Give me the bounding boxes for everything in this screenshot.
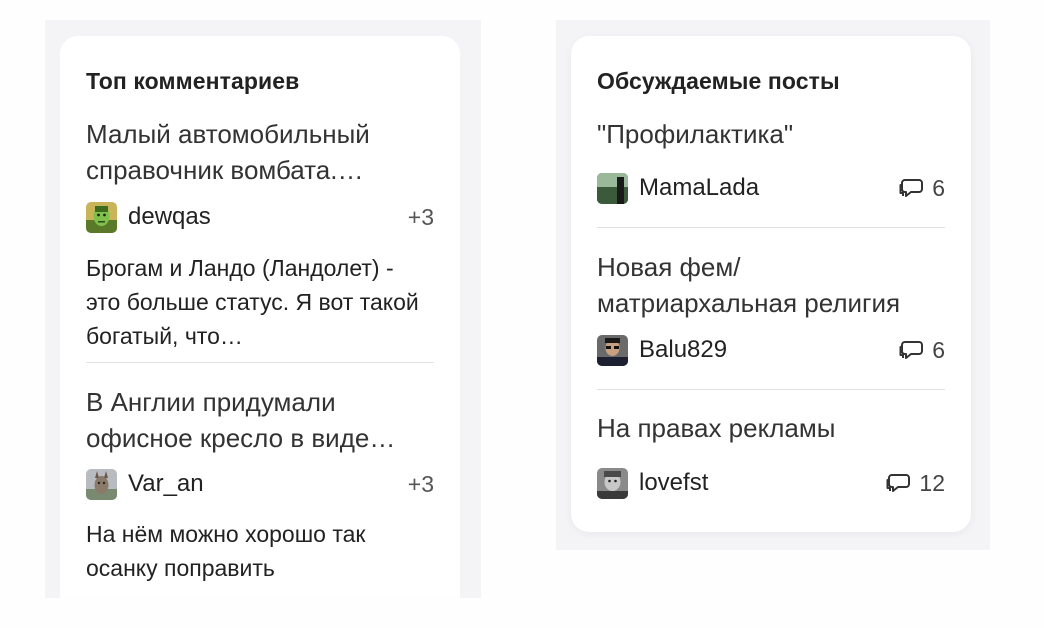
post-title[interactable]: На правах рекламы [597, 410, 947, 446]
divider [597, 227, 945, 228]
comment-score: +3 [407, 203, 434, 230]
comment-meta: Var_an +3 [86, 468, 434, 500]
user-avatar[interactable] [86, 468, 117, 500]
discussed-posts-title: Обсуждаемые посты [597, 68, 840, 94]
discussed-posts-card: Обсуждаемые посты "Профилактика" MamaLad… [571, 36, 971, 532]
comment-author[interactable]: Var_an [128, 470, 408, 498]
comments-count-value: 12 [919, 469, 945, 496]
comments-count[interactable]: 12 [886, 470, 945, 497]
post-title[interactable]: Новая фем/ матриархальная религия [597, 249, 947, 321]
comment-post-title[interactable]: Малый автомобильный справочник вомбата.… [86, 116, 436, 188]
top-comments-title: Топ комментариев [86, 68, 300, 94]
comments-count[interactable]: 6 [899, 337, 945, 364]
comments-count-value: 6 [932, 336, 945, 363]
comment-text[interactable]: На нём можно хорошо так осанку поправить [86, 517, 431, 585]
comment-author[interactable]: dewqas [128, 203, 408, 231]
speech-bubbles-icon [886, 474, 911, 492]
post-meta: MamaLada 6 [597, 172, 945, 204]
comments-count-value: 6 [932, 174, 945, 201]
user-avatar[interactable] [597, 467, 628, 499]
post-title[interactable]: "Профилактика" [597, 116, 947, 152]
speech-bubbles-icon [899, 341, 924, 359]
comment-score: +3 [407, 470, 434, 497]
post-author[interactable]: MamaLada [639, 174, 899, 202]
top-comments-card: Топ комментариев Малый автомобильный спр… [60, 36, 460, 598]
post-meta: lovefst 12 [597, 467, 945, 499]
comment-meta: dewqas +3 [86, 201, 434, 233]
comments-count[interactable]: 6 [899, 175, 945, 202]
speech-bubbles-icon [899, 179, 924, 197]
comment-post-title[interactable]: В Англии придумали офисное кресло в виде… [86, 384, 436, 456]
post-author[interactable]: Balu829 [639, 336, 899, 364]
divider [86, 362, 434, 363]
post-meta: Balu829 6 [597, 334, 945, 366]
comment-text[interactable]: Брогам и Ландо (Ландолет) - это больше с… [86, 251, 431, 353]
divider [597, 389, 945, 390]
post-author[interactable]: lovefst [639, 469, 886, 497]
user-avatar[interactable] [86, 201, 117, 233]
user-avatar[interactable] [597, 334, 628, 366]
user-avatar[interactable] [597, 172, 628, 204]
